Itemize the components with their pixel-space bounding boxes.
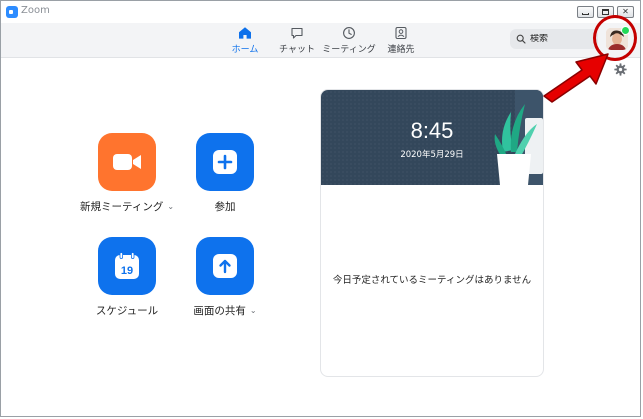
maximize-icon xyxy=(602,9,609,15)
join-button[interactable] xyxy=(196,133,254,191)
new-meeting-label-row[interactable]: 新規ミーティング ⌄ xyxy=(80,199,174,214)
new-meeting-button[interactable] xyxy=(98,133,156,191)
annotation-arrow-icon xyxy=(543,53,609,103)
share-screen-action: 画面の共有 ⌄ xyxy=(165,237,285,318)
share-screen-icon xyxy=(213,254,237,278)
clock-header: 8:45 2020年5月29日 xyxy=(321,90,543,185)
current-date: 2020年5月29日 xyxy=(400,150,464,160)
schedule-label-row: スケジュール xyxy=(96,303,158,318)
schedule-button[interactable]: 19 xyxy=(98,237,156,295)
chevron-down-icon[interactable]: ⌄ xyxy=(250,306,257,315)
tab-contacts-label: 連絡先 xyxy=(387,45,415,55)
join-action: 参加 xyxy=(165,133,285,214)
plus-icon xyxy=(213,150,237,174)
no-meetings-message: 今日予定されているミーティングはありません xyxy=(332,275,532,286)
tab-home[interactable]: ホーム xyxy=(219,26,271,55)
search-icon xyxy=(516,34,526,44)
zoom-app-icon xyxy=(6,6,18,18)
minimize-button[interactable] xyxy=(577,6,594,18)
title-bar[interactable]: Zoom ✕ xyxy=(1,1,640,23)
home-icon xyxy=(239,27,251,39)
share-screen-label: 画面の共有 xyxy=(193,305,246,317)
tab-meetings[interactable]: ミーティング xyxy=(322,26,376,55)
new-meeting-label: 新規ミーティング xyxy=(79,201,164,213)
contacts-icon xyxy=(395,26,407,40)
calendar-icon: 19 xyxy=(115,252,139,279)
share-screen-label-row[interactable]: 画面の共有 ⌄ xyxy=(193,303,256,318)
search-input[interactable] xyxy=(526,34,588,44)
minimize-icon xyxy=(582,13,589,15)
upcoming-meetings-card: 8:45 2020年5月29日 今日予定されているミーティングはありません xyxy=(320,89,544,377)
nav-tabs: ホーム チャット ミーティング 連絡先 xyxy=(219,26,427,55)
tab-chat[interactable]: チャット xyxy=(271,26,323,55)
schedule-label: スケジュール xyxy=(95,305,159,317)
video-camera-icon xyxy=(113,154,141,170)
tab-chat-label: チャット xyxy=(279,45,315,55)
clock-icon xyxy=(343,27,355,39)
chat-icon xyxy=(291,27,303,39)
calendar-day: 19 xyxy=(121,265,133,277)
tab-meetings-label: ミーティング xyxy=(322,45,376,55)
join-label-row: 参加 xyxy=(215,199,236,214)
current-time: 8:45 xyxy=(410,118,454,143)
join-label: 参加 xyxy=(214,201,236,213)
window-title: Zoom xyxy=(21,5,50,16)
close-icon: ✕ xyxy=(622,7,629,16)
tab-home-label: ホーム xyxy=(231,45,259,55)
share-screen-button[interactable] xyxy=(196,237,254,295)
tab-contacts[interactable]: 連絡先 xyxy=(375,26,427,55)
